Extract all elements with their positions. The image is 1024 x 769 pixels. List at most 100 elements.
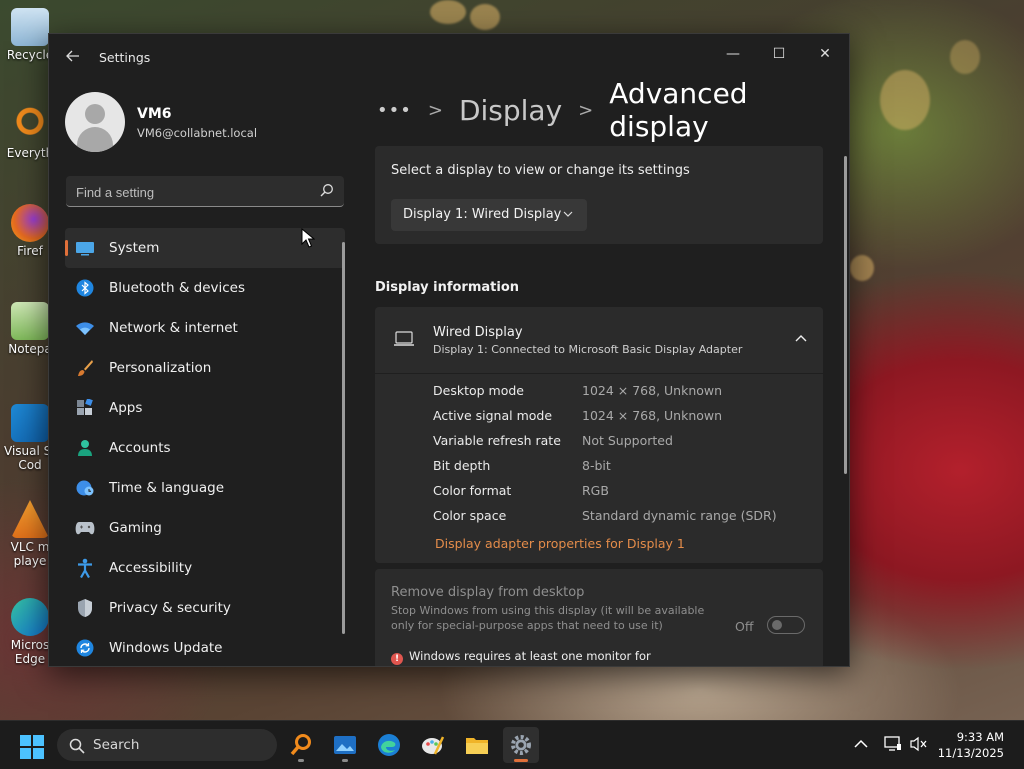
running-indicator (342, 759, 348, 762)
taskbar-app-image-viewer[interactable] (327, 727, 363, 763)
search-input[interactable] (66, 176, 318, 208)
sidebar-scrollbar[interactable] (342, 242, 345, 634)
remove-display-title: Remove display from desktop (391, 585, 585, 600)
display-dropdown[interactable]: Display 1: Wired Display (391, 199, 587, 231)
wallpaper-bokeh (470, 4, 500, 30)
sidebar-item-label: Privacy & security (109, 600, 231, 616)
wallpaper-bokeh (950, 40, 980, 74)
gamepad-icon (75, 518, 95, 538)
minimize-button[interactable]: — (710, 40, 756, 68)
windows-logo-tile (20, 748, 31, 759)
display-information-card: Wired Display Display 1: Connected to Mi… (375, 307, 823, 563)
toggle-state-label: Off (735, 619, 754, 634)
title-bar: Settings — ☐ ✕ (49, 34, 849, 80)
sidebar-nav: System Bluetooth & devices Network & int… (65, 228, 345, 666)
taskbar-app-settings[interactable] (503, 727, 539, 763)
maximize-button[interactable]: ☐ (756, 40, 802, 68)
info-key: Bit depth (433, 458, 491, 473)
start-button[interactable] (20, 735, 44, 759)
sidebar-item-windows-update[interactable]: Windows Update (65, 628, 345, 666)
sidebar-item-bluetooth[interactable]: Bluetooth & devices (65, 268, 345, 308)
back-button[interactable] (63, 48, 83, 68)
close-button[interactable]: ✕ (802, 40, 848, 68)
apps-icon (75, 398, 95, 418)
system-clock[interactable]: 9:33 AM 11/13/2025 (938, 729, 1004, 761)
wallpaper-bokeh (880, 70, 930, 130)
sidebar-item-label: Gaming (109, 520, 162, 536)
settings-window: Settings — ☐ ✕ VM6 VM6@collabnet.local S… (48, 33, 850, 667)
display-info-rows: Desktop mode 1024 × 768, Unknown Active s… (433, 383, 777, 533)
settings-search[interactable] (66, 176, 344, 208)
back-arrow-icon (66, 50, 79, 62)
chevron-up-icon[interactable] (795, 331, 807, 345)
paint-icon (422, 736, 445, 755)
display-adapter-properties-link[interactable]: Display adapter properties for Display 1 (435, 536, 685, 551)
sidebar-item-privacy-security[interactable]: Privacy & security (65, 588, 345, 628)
info-row: Color space Standard dynamic range (SDR) (433, 508, 777, 533)
image-viewer-icon (334, 736, 356, 754)
breadcrumb-more-button[interactable]: ••• (377, 100, 412, 121)
info-row: Color format RGB (433, 483, 777, 508)
sidebar-item-gaming[interactable]: Gaming (65, 508, 345, 548)
taskbar-app-paint[interactable] (415, 727, 451, 763)
wallpaper-bokeh (850, 255, 874, 281)
info-row: Desktop mode 1024 × 768, Unknown (433, 383, 777, 408)
display-select-label: Select a display to view or change its s… (391, 163, 690, 178)
vlc-icon (11, 500, 49, 538)
accessibility-icon (75, 558, 95, 578)
info-key: Desktop mode (433, 383, 524, 398)
notepad-icon (11, 302, 49, 340)
info-value: Standard dynamic range (SDR) (582, 508, 777, 523)
breadcrumb-display-link[interactable]: Display (459, 94, 562, 127)
display-info-header[interactable]: Wired Display Display 1: Connected to Mi… (375, 307, 823, 374)
display-info-subtitle: Display 1: Connected to Microsoft Basic … (433, 343, 743, 356)
taskbar-search[interactable]: Search (57, 729, 277, 761)
settings-gear-icon (511, 735, 531, 755)
sidebar-item-label: Windows Update (109, 640, 223, 656)
everything-search-icon (11, 106, 49, 144)
sidebar-item-label: Accessibility (109, 560, 193, 576)
display-info-title: Wired Display (433, 325, 523, 340)
sidebar-item-personalization[interactable]: Personalization (65, 348, 345, 388)
remove-display-toggle[interactable] (767, 616, 805, 634)
info-row: Bit depth 8-bit (433, 458, 777, 483)
windows-logo-tile (33, 735, 44, 746)
system-icon (75, 238, 95, 258)
chevron-right-icon: > (578, 99, 594, 121)
taskbar-app-file-explorer[interactable] (459, 727, 495, 763)
avatar-head (85, 104, 105, 124)
search-icon (320, 184, 333, 197)
sidebar-item-time-language[interactable]: Time & language (65, 468, 345, 508)
avatar-body (77, 127, 113, 152)
chevron-down-icon (563, 199, 573, 231)
volume-muted-icon[interactable] (910, 736, 928, 756)
sidebar-item-network[interactable]: Network & internet (65, 308, 345, 348)
main-scrollbar[interactable] (844, 156, 847, 474)
taskbar-app-edge[interactable] (371, 727, 407, 763)
sidebar-item-accessibility[interactable]: Accessibility (65, 548, 345, 588)
sidebar-item-accounts[interactable]: Accounts (65, 428, 345, 468)
clock-date: 11/13/2025 (937, 746, 1004, 760)
search-icon (69, 738, 85, 754)
app-title: Settings (99, 50, 151, 65)
taskbar-app-everything[interactable] (283, 727, 319, 763)
sidebar-item-apps[interactable]: Apps (65, 388, 345, 428)
error-icon: ! (391, 653, 403, 665)
avatar[interactable] (65, 92, 125, 152)
brush-icon (75, 358, 95, 378)
mouse-cursor-icon (301, 228, 315, 248)
network-display-icon[interactable] (884, 736, 902, 756)
update-icon (75, 638, 95, 658)
edge-icon (11, 598, 49, 636)
recycle-bin-icon (11, 8, 49, 46)
display-select-card: Select a display to view or change its s… (375, 146, 823, 244)
taskbar-search-label: Search (93, 737, 140, 753)
info-key: Active signal mode (433, 408, 553, 423)
info-value: 8-bit (582, 458, 611, 473)
warning-message: Windows requires at least one monitor fo… (409, 649, 651, 666)
chevron-up-icon[interactable] (854, 736, 868, 752)
info-key: Color space (433, 508, 507, 523)
everything-search-icon (290, 734, 311, 756)
page-title: Advanced display (609, 77, 748, 143)
windows-logo-tile (20, 735, 31, 746)
